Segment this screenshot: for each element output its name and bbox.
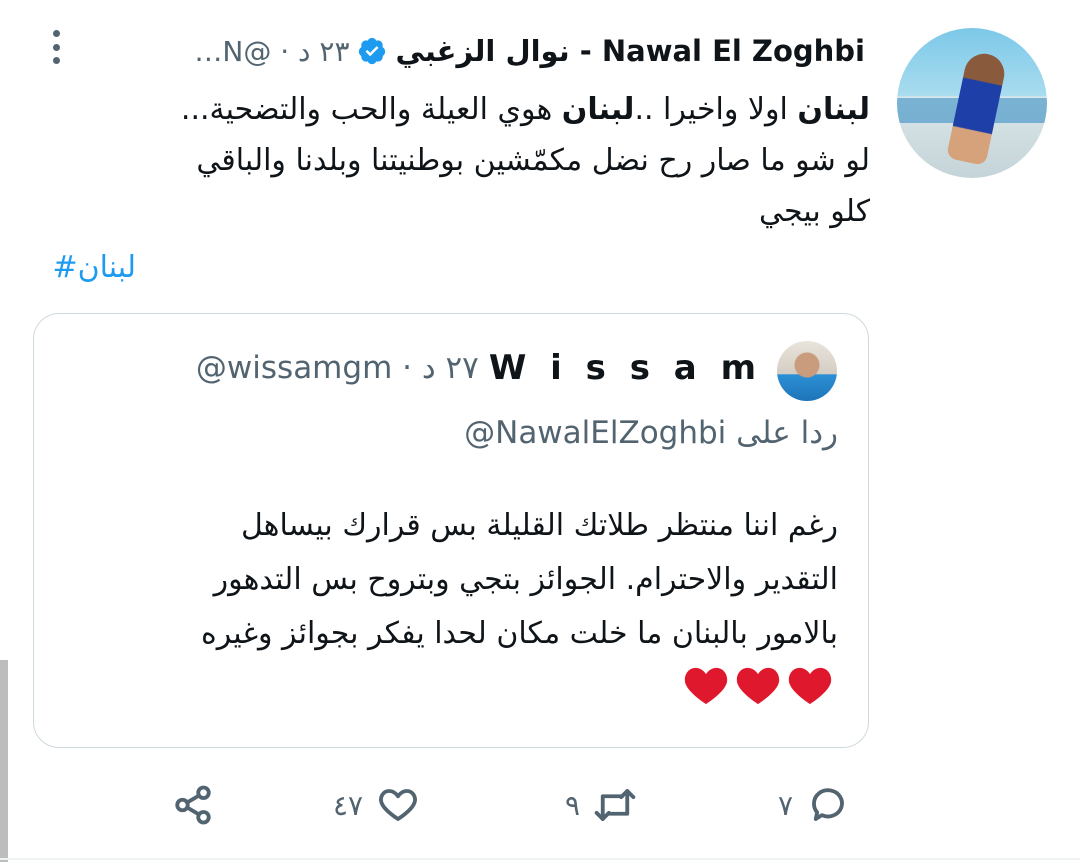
- reply-count: ٧: [778, 788, 794, 822]
- heart-icon: [788, 667, 832, 705]
- quote-header: W i s s a m @wissamgm · ٢٧ د: [196, 348, 762, 388]
- author-name[interactable]: نوال الزغبي - Nawal El Zoghbi: [395, 34, 865, 68]
- quote-text: رغم اننا منتظر طلاتك القليلة بس قرارك بي…: [58, 499, 838, 661]
- text-bold: لبنان: [561, 92, 635, 127]
- dot: [52, 43, 60, 51]
- tweet-text: لبنان اولا واخيرا ..لبنان هوي العيلة وال…: [50, 84, 870, 237]
- replying-to: ردا على @NawalElZoghbi: [464, 415, 838, 451]
- text-line: بالامور بالبنان ما خلت مكان لحدا يفكر بج…: [201, 616, 838, 651]
- share-icon: [175, 785, 211, 825]
- text-span: اولا واخيرا ..: [634, 92, 798, 127]
- text-line: لو شو ما صار رح نضل مكمّشين بوطنيتنا وبل…: [196, 143, 870, 178]
- author-avatar[interactable]: [897, 28, 1047, 178]
- tweet-header: نوال الزغبي - Nawal El Zoghbi …N@ · ٢٣ د: [194, 33, 865, 69]
- reply-prefix: ردا على: [736, 415, 838, 451]
- text-line: كلو بيجي: [758, 194, 870, 229]
- retweet-button[interactable]: ٩: [565, 770, 636, 840]
- text-bold: لبنان: [797, 92, 870, 127]
- hashtag-link[interactable]: لبنان#: [52, 250, 136, 285]
- divider: [0, 858, 1080, 860]
- heart-icon: [736, 667, 780, 705]
- dot: [52, 30, 60, 37]
- retweet-count: ٩: [565, 788, 581, 822]
- retweet-icon: [594, 789, 636, 821]
- hearts-emoji: [683, 664, 833, 706]
- share-button[interactable]: [172, 770, 214, 840]
- reply-handle[interactable]: @NawalElZoghbi: [464, 415, 726, 451]
- quote-author-name[interactable]: W i s s a m: [489, 348, 762, 388]
- reply-button[interactable]: ٧: [778, 770, 849, 840]
- reply-icon: [812, 788, 844, 821]
- like-button[interactable]: ٤٧: [333, 770, 419, 840]
- tweet-actions: ٧ ٩ ٤٧: [0, 770, 1080, 840]
- heart-outline-icon: [379, 789, 417, 821]
- text-span: هوي العيلة والحب والتضحية...: [180, 92, 562, 127]
- text-line: رغم اننا منتظر طلاتك القليلة بس قرارك بي…: [240, 508, 838, 543]
- verified-badge-icon: [359, 37, 386, 65]
- quoted-tweet[interactable]: W i s s a m @wissamgm · ٢٧ د ردا على @Na…: [33, 313, 869, 748]
- scrollbar[interactable]: [0, 660, 8, 862]
- tweet-meta: …N@ · ٢٣ د: [194, 34, 350, 68]
- quote-meta: @wissamgm · ٢٧ د: [195, 350, 479, 386]
- more-options-icon[interactable]: [49, 30, 63, 64]
- like-count: ٤٧: [333, 788, 364, 822]
- dot: [52, 57, 60, 64]
- heart-icon: [684, 667, 728, 705]
- quote-author-avatar[interactable]: [777, 341, 837, 401]
- text-line: التقدير والاحترام. الجوائز بتجي وبتروح ب…: [213, 562, 838, 597]
